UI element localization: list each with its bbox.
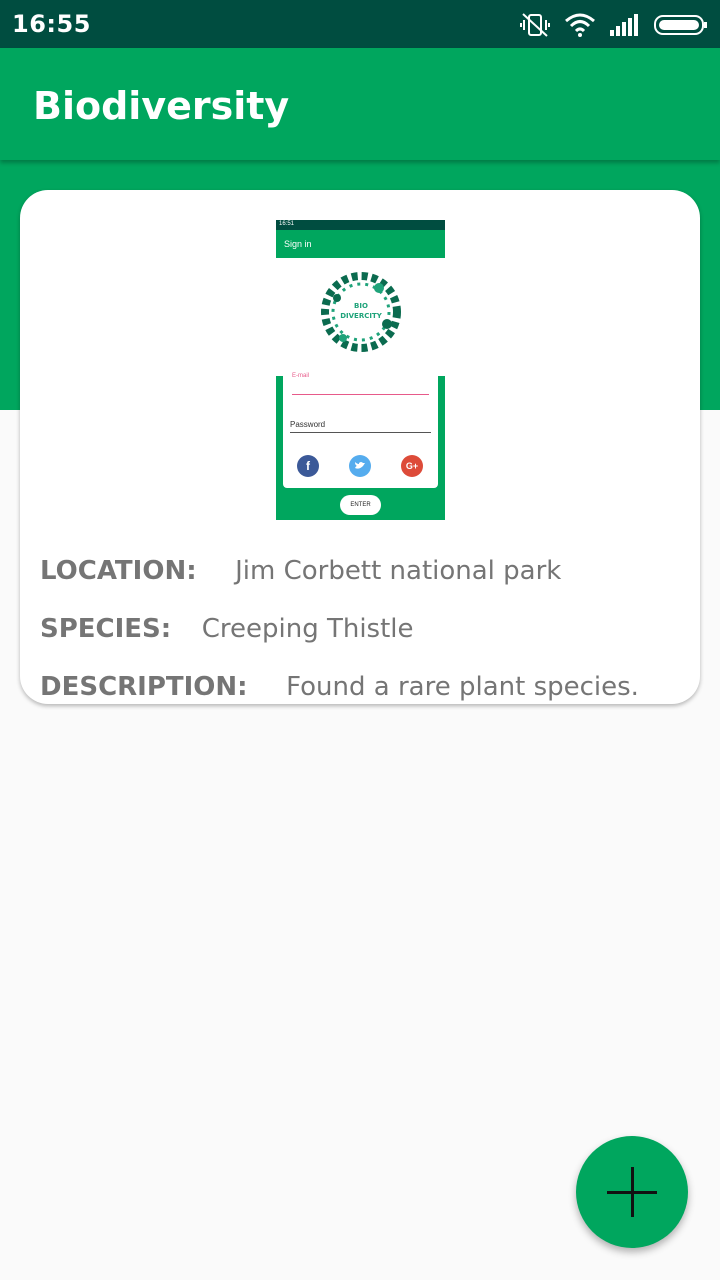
app-title: Biodiversity: [33, 84, 290, 128]
species-value: Creeping Thistle: [201, 614, 414, 644]
photo-email-underline: [292, 394, 429, 395]
observation-photo: 16:51 Sign in BIO DIVERCITY E-mail Passw…: [276, 220, 445, 520]
battery-icon: [654, 15, 707, 35]
add-observation-button[interactable]: [576, 1136, 688, 1248]
signal-icon: [610, 14, 638, 36]
twitter-icon: [349, 455, 371, 477]
photo-password-label: Password: [290, 420, 326, 429]
google-plus-icon: G+: [401, 455, 423, 477]
status-time: 16:55: [12, 10, 91, 38]
location-row: LOCATION: Jim Corbett national park: [40, 556, 561, 586]
photo-password-underline: [290, 432, 431, 433]
description-row: DESCRIPTION: Found a rare plant species.: [40, 672, 639, 702]
species-row: SPECIES: Creeping Thistle: [40, 614, 414, 644]
status-icons: [520, 10, 708, 40]
status-bar: 16:55: [0, 0, 720, 48]
wifi-icon: [565, 13, 595, 37]
mute-vibrate-icon: [520, 13, 550, 37]
photo-screen-title: Sign in: [284, 239, 312, 249]
photo-email-label: E-mail: [292, 373, 310, 379]
photo-login-form: E-mail Password f G+: [283, 370, 438, 488]
description-value: Found a rare plant species.: [286, 672, 639, 702]
photo-enter-button: ENTER: [340, 495, 381, 515]
description-label: DESCRIPTION:: [40, 672, 248, 702]
observation-card[interactable]: 16:51 Sign in BIO DIVERCITY E-mail Passw…: [20, 190, 700, 704]
biodiversity-logo: BIO DIVERCITY: [321, 272, 401, 352]
svg-text:DIVERCITY: DIVERCITY: [340, 312, 383, 320]
photo-status-time: 16:51: [279, 221, 295, 227]
add-icon-vertical: [631, 1167, 634, 1217]
photo-status-bar: 16:51: [276, 220, 445, 230]
location-value: Jim Corbett national park: [235, 556, 562, 586]
facebook-icon: f: [297, 455, 319, 477]
app-bar: Biodiversity: [0, 48, 720, 160]
svg-text:BIO: BIO: [354, 302, 368, 310]
species-label: SPECIES:: [40, 614, 172, 644]
location-label: LOCATION:: [40, 556, 197, 586]
